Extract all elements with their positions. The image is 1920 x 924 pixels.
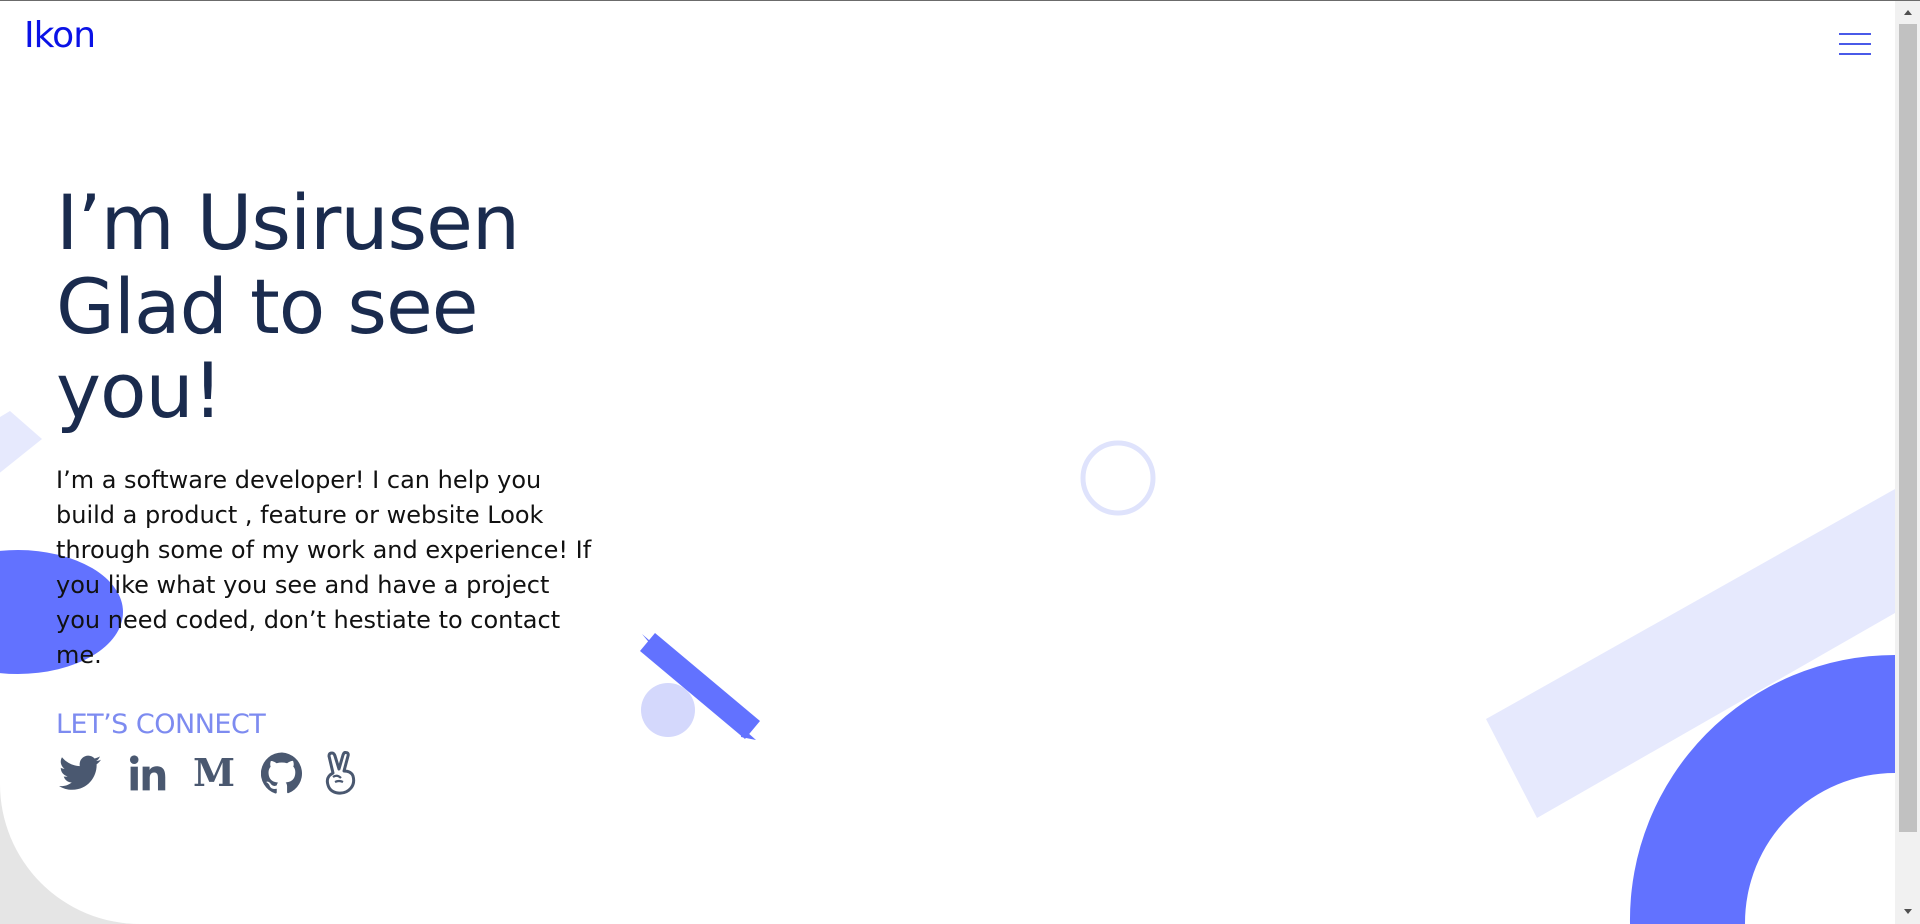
scroll-up-arrow-icon[interactable] xyxy=(1899,3,1917,21)
menu-line xyxy=(1839,43,1871,45)
menu-line xyxy=(1839,53,1871,55)
hero-title-line-3: you! xyxy=(56,346,223,435)
medium-icon: M xyxy=(193,754,235,792)
scrollbar-thumb[interactable] xyxy=(1899,24,1917,832)
linkedin-link[interactable] xyxy=(124,749,172,797)
menu-line xyxy=(1839,33,1871,35)
svg-text:M: M xyxy=(193,754,235,792)
hamburger-menu-button[interactable] xyxy=(1839,33,1871,57)
github-icon xyxy=(261,752,302,794)
light-dot-shape xyxy=(641,683,695,737)
hero-title-line-2: Glad to see xyxy=(56,262,479,351)
linkedin-icon xyxy=(129,755,166,791)
page-container: Ikon I’m Usirusen Glad to see you! I’m a… xyxy=(0,1,1895,924)
hero-title-line-1: I’m Usirusen xyxy=(56,178,520,267)
twitter-link[interactable] xyxy=(56,749,104,797)
light-diamond-shape xyxy=(0,411,42,473)
medium-link[interactable]: M xyxy=(190,749,238,797)
ring-shape xyxy=(1080,440,1156,516)
angellist-icon xyxy=(325,751,356,795)
connect-label: LET’S CONNECT xyxy=(56,709,266,740)
hero-description: I’m a software developer! I can help you… xyxy=(56,466,592,669)
logo-link[interactable]: Ikon xyxy=(24,15,96,56)
scroll-down-arrow-icon[interactable] xyxy=(1899,902,1917,920)
github-link[interactable] xyxy=(258,749,306,797)
twitter-icon xyxy=(59,755,101,790)
angellist-link[interactable] xyxy=(316,749,364,797)
hero-title: I’m Usirusen Glad to see you! xyxy=(56,181,616,433)
